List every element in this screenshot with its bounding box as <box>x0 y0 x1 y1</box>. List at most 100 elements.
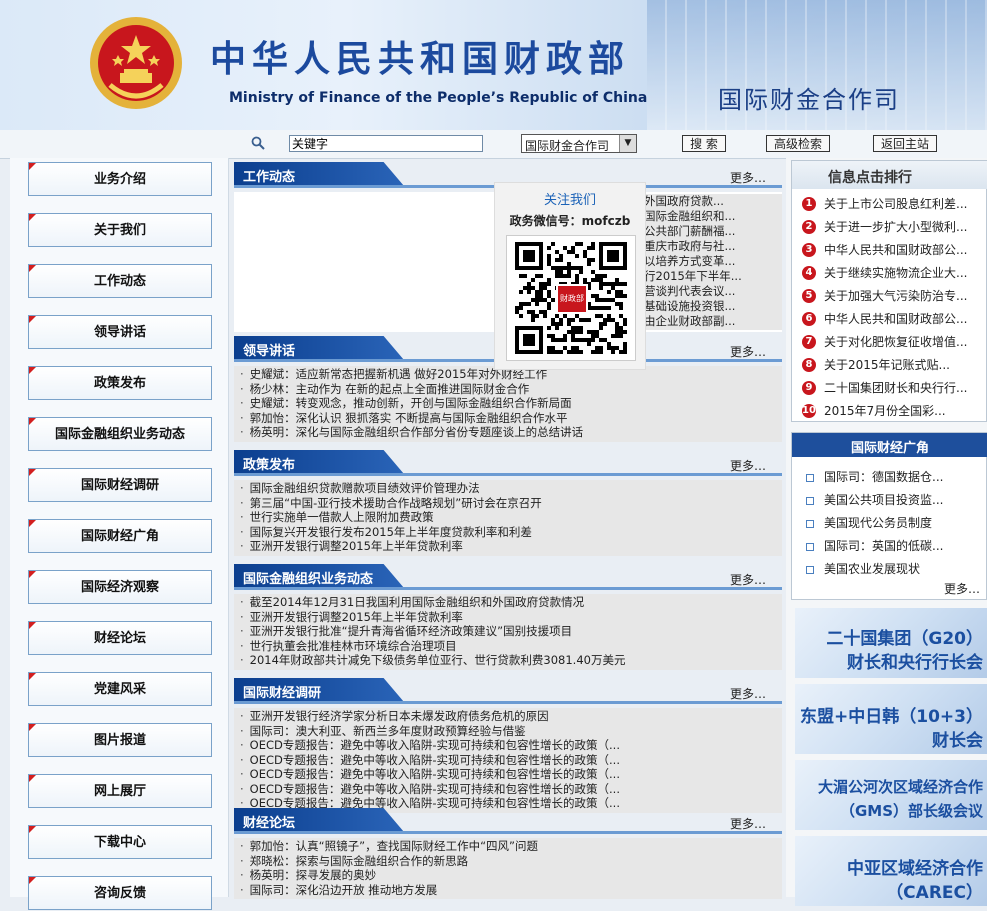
list-item[interactable]: 营谈判代表会议... <box>644 284 782 299</box>
list-item[interactable]: 亚洲开发银行经济学家分析日本未爆发政府债务危机的原因 <box>234 709 782 724</box>
nav-item-party-building[interactable]: 党建风采 <box>28 672 212 706</box>
list-item[interactable]: 国际金融组织和... <box>644 209 782 224</box>
nav-item-econ-observation[interactable]: 国际经济观察 <box>28 570 212 604</box>
list-item[interactable]: 国际司：深化沿边开放 推动地方发展 <box>234 883 782 898</box>
more-link[interactable]: 更多… <box>730 685 766 702</box>
list-item[interactable]: OECD专题报告：避免中等收入陷阱-实现可持续和包容性增长的政策（... <box>234 767 782 782</box>
intl-item[interactable]: 美国农业发展现状 <box>806 560 981 577</box>
nav-item-online-exhibition[interactable]: 网上展厅 <box>28 774 212 808</box>
nav-item-policy-release[interactable]: 政策发布 <box>28 366 212 400</box>
list-item[interactable]: 郑晓松：探索与国际金融组织合作的新思路 <box>234 854 782 869</box>
list-item[interactable]: 史耀斌：转变观念，推动创新，开创与国际金融组织合作新局面 <box>234 396 782 411</box>
ranking-item[interactable]: 9 二十国集团财长和央行行... <box>802 379 982 401</box>
banner-carec[interactable]: 中亚区域经济合作 （CAREC） <box>795 836 987 906</box>
list-item[interactable]: 行2015年下半年... <box>644 269 782 284</box>
banner-g20[interactable]: 二十国集团（G20） 财长和央行行长会 <box>795 608 987 678</box>
intl-item[interactable]: 国际司：德国数据仓... <box>806 468 981 485</box>
more-link[interactable]: 更多… <box>730 571 766 588</box>
list-item[interactable]: OECD专题报告：避免中等收入陷阱-实现可持续和包容性增长的政策（... <box>234 782 782 797</box>
wechat-follow-popup: 关注我们 政务微信号：mofczb 财政部 <box>494 182 646 370</box>
list-item[interactable]: 国际司：澳大利亚、新西兰多年度财政预算经验与借鉴 <box>234 724 782 739</box>
list-item[interactable]: 重庆市政府与社... <box>644 239 782 254</box>
nav-item-intl-research[interactable]: 国际财经调研 <box>28 468 212 502</box>
nav-item-about-us[interactable]: 关于我们 <box>28 213 212 247</box>
intl-item[interactable]: 美国现代公务员制度 <box>806 514 981 531</box>
nav-item-intl-perspective[interactable]: 国际财经广角 <box>28 519 212 553</box>
more-link[interactable]: 更多… <box>730 169 766 186</box>
nav-item-work-news[interactable]: 工作动态 <box>28 264 212 298</box>
corner-marker-icon <box>29 520 36 527</box>
block-title: 工作动态 <box>243 170 296 185</box>
left-navigation: 业务介绍 关于我们 工作动态 领导讲话 政策发布 国际金融组织业务动态 国际财经… <box>10 158 229 910</box>
corner-marker-icon <box>29 316 36 323</box>
list-item[interactable]: 郭加怡：认真“照镜子”，查找国际财经工作中“四风”问题 <box>234 839 782 854</box>
banner-gms[interactable]: 大湄公河次区域经济合作 （GMS）部长级会议 <box>795 760 987 830</box>
ranking-item[interactable]: 4 关于继续实施物流企业大... <box>802 264 982 286</box>
search-scope-select[interactable]: 国际财金合作司 ▼ <box>521 134 637 153</box>
rank-number-badge: 9 <box>802 380 816 395</box>
nav-item-business-intro[interactable]: 业务介绍 <box>28 162 212 196</box>
list-item[interactable]: 杨英明：探寻发展的奥妙 <box>234 868 782 883</box>
list-item[interactable]: 杨英明：深化与国际金融组织合作部分省份专题座谈上的总结讲话 <box>234 425 782 440</box>
corner-marker-icon <box>29 877 36 884</box>
site-header: 中华人民共和国财政部 Ministry of Finance of the Pe… <box>0 0 987 130</box>
block-title-tab: 政策发布 <box>234 450 404 474</box>
list-item[interactable]: 由企业财政部副... <box>644 314 782 329</box>
block-title-tab: 领导讲话 <box>234 336 404 360</box>
list-item[interactable]: 公共部门薪酬福... <box>644 224 782 239</box>
search-button[interactable]: 搜 索 <box>682 135 726 152</box>
list-item[interactable]: 第三届“中国-亚行技术援助合作战略规划”研讨会在京召开 <box>234 496 782 511</box>
block-title: 国际金融组织业务动态 <box>243 572 374 587</box>
list-item[interactable]: OECD专题报告：避免中等收入陷阱-实现可持续和包容性增长的政策（... <box>234 753 782 768</box>
list-item[interactable]: 杨少林：主动作为 在新的起点上全面推进国际财金合作 <box>234 382 782 397</box>
more-link[interactable]: 更多… <box>730 343 766 360</box>
corner-marker-icon <box>29 265 36 272</box>
list-item[interactable]: 亚洲开发银行批准“提升青海省循环经济政策建议”国别技援项目 <box>234 624 782 639</box>
list-item[interactable]: 世行执董会批准桂林市环境综合治理项目 <box>234 639 782 654</box>
block-title: 财经论坛 <box>243 816 296 831</box>
more-link[interactable]: 更多… <box>730 457 766 474</box>
ranking-item[interactable]: 3 中华人民共和国财政部公... <box>802 241 982 263</box>
ranking-item[interactable]: 6 中华人民共和国财政部公... <box>802 310 982 332</box>
list-item[interactable]: 外国政府贷款... <box>644 194 782 209</box>
banner-asean-plus-3[interactable]: 东盟+中日韩（10+3） 财长会 <box>795 684 987 754</box>
ranking-item[interactable]: 1 关于上市公司股息红利差... <box>802 195 982 217</box>
list-item[interactable]: 国际复兴开发银行发布2015年上半年度贷款利率和利差 <box>234 525 782 540</box>
advanced-search-button[interactable]: 高级检索 <box>766 135 830 152</box>
list-item[interactable]: 以培养方式变革... <box>644 254 782 269</box>
intl-research-block: 国际财经调研 更多… 亚洲开发银行经济学家分析日本未爆发政府债务危机的原因 国际… <box>234 678 782 813</box>
ranking-item[interactable]: 2 关于进一步扩大小型微利... <box>802 218 982 240</box>
list-item[interactable]: 世行实施单一借款人上限附加费政策 <box>234 510 782 525</box>
intl-perspective-panel: 国际财经广角 国际司：德国数据仓... 美国公共项目投资监... 美国现代公务员… <box>791 432 987 600</box>
intl-item[interactable]: 国际司：英国的低碳... <box>806 537 981 554</box>
block-header: 国际金融组织业务动态 更多… <box>234 564 782 590</box>
nav-item-ifi-news[interactable]: 国际金融组织业务动态 <box>28 417 212 451</box>
more-link[interactable]: 更多… <box>730 815 766 832</box>
block-title: 领导讲话 <box>243 344 296 359</box>
nav-item-download-center[interactable]: 下载中心 <box>28 825 212 859</box>
policy-list: 国际金融组织贷款赠款项目绩效评价管理办法 第三届“中国-亚行技术援助合作战略规划… <box>234 480 782 556</box>
list-item[interactable]: 郭加怡：深化认识 狠抓落实 不断提高与国际金融组织合作水平 <box>234 411 782 426</box>
list-item[interactable]: 亚洲开发银行调整2015年上半年贷款利率 <box>234 539 782 554</box>
rank-number-badge: 8 <box>802 357 816 372</box>
ranking-item[interactable]: 8 关于2015年记账式贴... <box>802 356 982 378</box>
nav-item-consult-feedback[interactable]: 咨询反馈 <box>28 876 212 910</box>
list-item[interactable]: 截至2014年12月31日我国利用国际金融组织和外国政府贷款情况 <box>234 595 782 610</box>
list-item[interactable]: OECD专题报告：避免中等收入陷阱-实现可持续和包容性增长的政策（... <box>234 738 782 753</box>
list-item[interactable]: 基础设施投资银... <box>644 299 782 314</box>
ranking-item[interactable]: 10 2015年7月份全国彩... <box>802 402 982 424</box>
intl-item[interactable]: 美国公共项目投资监... <box>806 491 981 508</box>
corner-marker-icon <box>29 469 36 476</box>
ranking-item[interactable]: 5 关于加强大气污染防治专... <box>802 287 982 309</box>
list-item[interactable]: 亚洲开发银行调整2015年上半年贷款利率 <box>234 610 782 625</box>
return-home-button[interactable]: 返回主站 <box>873 135 937 152</box>
more-link[interactable]: 更多… <box>944 580 980 597</box>
nav-item-leader-speeches[interactable]: 领导讲话 <box>28 315 212 349</box>
search-input[interactable] <box>289 135 483 152</box>
rank-number-badge: 3 <box>802 242 816 257</box>
ranking-item[interactable]: 7 关于对化肥恢复征收增值... <box>802 333 982 355</box>
list-item[interactable]: 国际金融组织贷款赠款项目绩效评价管理办法 <box>234 481 782 496</box>
nav-item-photo-reports[interactable]: 图片报道 <box>28 723 212 757</box>
list-item[interactable]: 2014年财政部共计减免下级债务单位亚行、世行贷款利费3081.40万美元 <box>234 653 782 668</box>
nav-item-finance-forum[interactable]: 财经论坛 <box>28 621 212 655</box>
